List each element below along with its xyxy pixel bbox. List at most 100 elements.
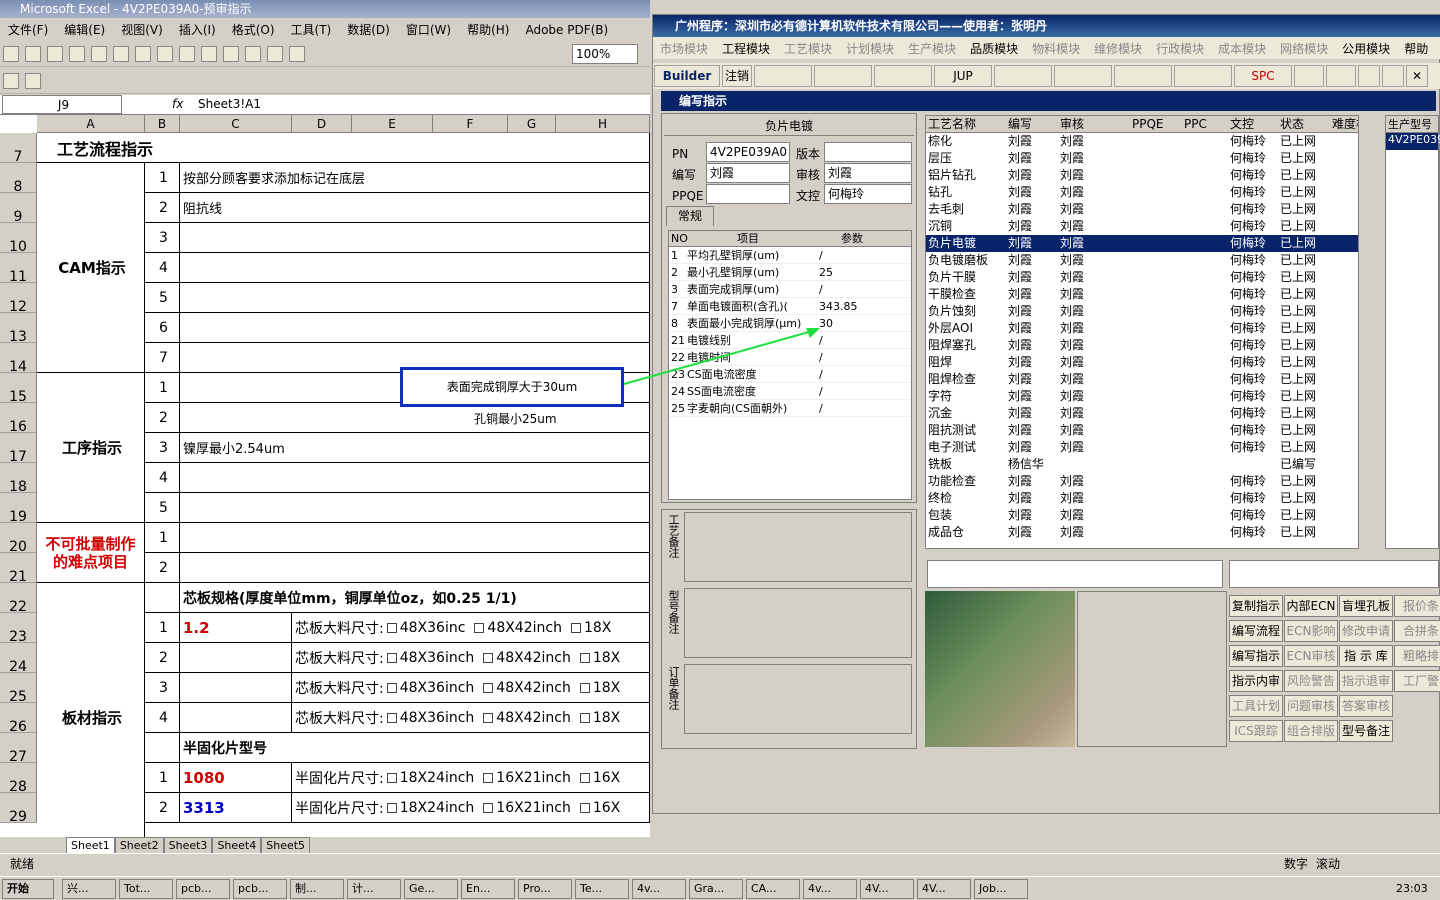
row-header[interactable]: 18 (0, 463, 37, 495)
taskbar-item[interactable]: Tot... (119, 879, 173, 899)
list-row[interactable]: 铣板 杨信华 已编写 (926, 456, 1358, 473)
action-button[interactable]: ECN影响 (1284, 620, 1338, 642)
view-icon[interactable] (994, 65, 1052, 87)
action-button[interactable]: 组合排版 (1284, 720, 1338, 742)
action-button[interactable]: 答案审核 (1339, 695, 1393, 717)
param-row[interactable]: 1 平均孔壁铜厚(um) / (669, 247, 911, 264)
excel-menu-item[interactable]: 编辑(E) (56, 19, 113, 40)
taskbar-item[interactable]: Job... (974, 879, 1028, 899)
taskbar-item[interactable]: En... (461, 879, 515, 899)
action-button[interactable]: 型号备注 (1339, 720, 1393, 742)
jup-button[interactable]: JUP (934, 65, 992, 87)
checkbox[interactable] (386, 622, 397, 633)
tab-general[interactable]: 常规 (666, 206, 714, 226)
action-button[interactable]: 粗略排 (1394, 645, 1440, 667)
sheet-tab[interactable]: Sheet3 (163, 837, 213, 854)
checkbox[interactable] (483, 682, 494, 693)
app-menu-item[interactable]: 公用模块 (1335, 37, 1397, 59)
reviewer-field[interactable]: 刘霞 (824, 163, 912, 183)
row-header[interactable]: 25 (0, 673, 37, 705)
col-header[interactable]: E (352, 115, 433, 133)
chart-icon[interactable] (289, 46, 305, 62)
checkbox[interactable] (386, 652, 397, 663)
close-icon[interactable]: ✕ (1406, 65, 1428, 87)
list-row[interactable]: 阻焊检查 刘霞 刘霞 何梅玲 已上网 (926, 371, 1358, 388)
list-row[interactable]: 负片干膜 刘霞 刘霞 何梅玲 已上网 (926, 269, 1358, 286)
action-button[interactable]: 盲埋孔板 (1339, 595, 1393, 617)
col-header[interactable]: H (556, 115, 650, 133)
list-row[interactable]: 层压 刘霞 刘霞 何梅玲 已上网 (926, 150, 1358, 167)
list-row[interactable]: 负片电镀 刘霞 刘霞 何梅玲 已上网 (926, 235, 1358, 252)
doc-icon[interactable] (1054, 65, 1112, 87)
list-col-header[interactable]: PPQE (1132, 116, 1164, 133)
action-button[interactable]: 修改申请 (1339, 620, 1393, 642)
col-header[interactable]: G (508, 115, 556, 133)
row-header[interactable]: 9 (0, 193, 37, 225)
taskbar-item[interactable]: pcb... (233, 879, 287, 899)
excel-menu-item[interactable]: Adobe PDF(B) (517, 21, 616, 39)
row-header[interactable]: 28 (0, 763, 37, 795)
app-menu-item[interactable]: 工艺模块 (777, 37, 839, 59)
remark-textarea[interactable] (684, 588, 912, 658)
list-row[interactable]: 外层AOI 刘霞 刘霞 何梅玲 已上网 (926, 320, 1358, 337)
save-icon[interactable] (47, 46, 63, 62)
ppqe-field[interactable] (706, 184, 790, 204)
taskbar-item[interactable]: 4V... (860, 879, 914, 899)
action-button[interactable]: 问题审核 (1284, 695, 1338, 717)
row-header[interactable]: 13 (0, 313, 37, 345)
col-header[interactable]: B (145, 115, 180, 133)
remark-textarea[interactable] (684, 512, 912, 582)
excel-menu-item[interactable]: 窗口(W) (398, 19, 459, 40)
col-header[interactable]: A (37, 115, 145, 133)
checkbox[interactable] (483, 802, 494, 813)
row-header[interactable]: 14 (0, 343, 37, 375)
sheet-tab[interactable]: Sheet1 (66, 837, 115, 854)
network-icon[interactable] (1114, 65, 1172, 87)
row-header[interactable]: 19 (0, 493, 37, 525)
action-button[interactable]: 指 示 库 (1339, 645, 1393, 667)
col-header[interactable]: C (180, 115, 292, 133)
param-row[interactable]: 25 字麦朝向(CS面朝外) / (669, 400, 911, 417)
list-row[interactable]: 负片蚀刻 刘霞 刘霞 何梅玲 已上网 (926, 303, 1358, 320)
sheet-tab[interactable]: Sheet5 (261, 837, 311, 854)
row-header[interactable]: 12 (0, 283, 37, 315)
remark-textarea[interactable] (684, 664, 912, 734)
taskbar-item[interactable]: CA... (746, 879, 800, 899)
excel-menu-item[interactable]: 格式(O) (224, 19, 283, 40)
app-menu-item[interactable]: 行政模块 (1149, 37, 1211, 59)
action-button[interactable]: ICS跟踪 (1229, 720, 1283, 742)
list-col-header[interactable]: 难度板 (1332, 116, 1358, 133)
app-menu-item[interactable]: 成本模块 (1211, 37, 1273, 59)
row-header[interactable]: 26 (0, 703, 37, 735)
open-icon[interactable] (25, 46, 41, 62)
checkbox[interactable] (483, 652, 494, 663)
sum-icon[interactable] (245, 46, 261, 62)
row-header[interactable]: 8 (0, 163, 37, 195)
page-icon[interactable] (1358, 65, 1380, 87)
app-menu-item[interactable]: 维修模块 (1087, 37, 1149, 59)
row-header[interactable]: 20 (0, 523, 37, 555)
list-row[interactable]: 沉金 刘霞 刘霞 何梅玲 已上网 (926, 405, 1358, 422)
taskbar-item[interactable]: 4v... (632, 879, 686, 899)
list-row[interactable]: 电子测试 刘霞 刘霞 何梅玲 已上网 (926, 439, 1358, 456)
list-row[interactable]: 阻抗测试 刘霞 刘霞 何梅玲 已上网 (926, 422, 1358, 439)
row-header[interactable]: 21 (0, 553, 37, 585)
app-menu-item[interactable]: 网络模块 (1273, 37, 1335, 59)
builder-button[interactable]: Builder (654, 65, 720, 87)
taskbar-item[interactable]: Ge... (404, 879, 458, 899)
col-header[interactable]: F (433, 115, 508, 133)
list-row[interactable]: 功能检查 刘霞 刘霞 何梅玲 已上网 (926, 473, 1358, 490)
taskbar-item[interactable]: pcb... (176, 879, 230, 899)
taskbar-item[interactable]: 4V... (917, 879, 971, 899)
writer-field[interactable]: 刘霞 (706, 163, 790, 183)
action-button[interactable]: 复制指示 (1229, 595, 1283, 617)
word-icon[interactable] (874, 65, 932, 87)
checkbox[interactable] (483, 712, 494, 723)
action-button[interactable]: 编写流程 (1229, 620, 1283, 642)
doc-control-field[interactable]: 何梅玲 (824, 184, 912, 204)
row-header[interactable]: 15 (0, 373, 37, 405)
sheet-tab[interactable]: Sheet2 (114, 837, 164, 854)
list-row[interactable]: 去毛刺 刘霞 刘霞 何梅玲 已上网 (926, 201, 1358, 218)
action-button[interactable]: 指示退审 (1339, 670, 1393, 692)
checkbox[interactable] (579, 712, 590, 723)
